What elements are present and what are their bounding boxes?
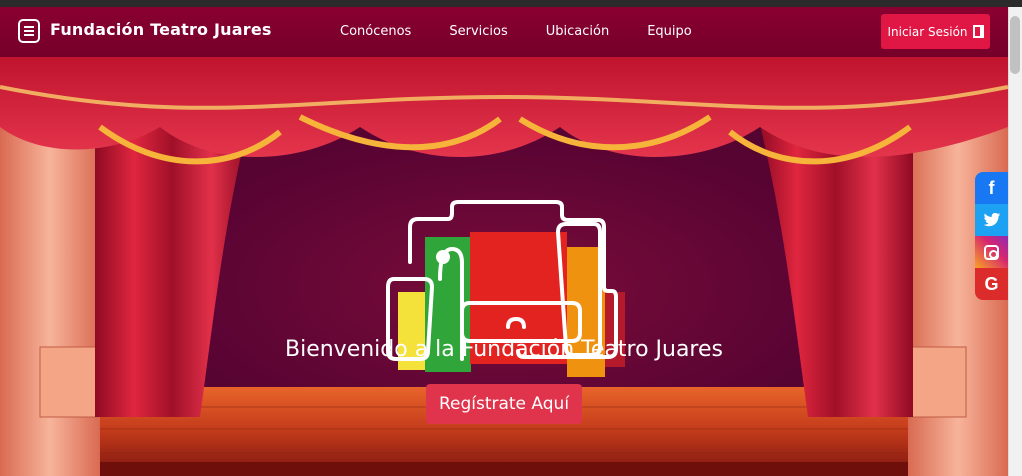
top-navbar: Fundación Teatro Juares Conócenos Servic… — [0, 7, 1008, 57]
nav-link-equipo[interactable]: Equipo — [647, 24, 692, 39]
google-icon[interactable]: G — [975, 268, 1008, 300]
twitter-icon[interactable] — [975, 204, 1008, 236]
login-button[interactable]: Iniciar Sesión — [881, 14, 990, 49]
nav-link-ubicacion[interactable]: Ubicación — [546, 24, 609, 39]
instagram-icon[interactable] — [975, 236, 1008, 268]
nav-link-conocenos[interactable]: Conócenos — [340, 24, 411, 39]
hero-stage: Bienvenido a la Fundación Teatro Juares … — [0, 57, 1008, 476]
scrollbar-thumb[interactable] — [1010, 16, 1020, 74]
register-button[interactable]: Regístrate Aquí — [426, 384, 582, 424]
social-sidebar: f G — [975, 172, 1008, 300]
instagram-glyph — [984, 244, 999, 260]
door-icon — [972, 25, 984, 38]
browser-top-strip — [0, 0, 1022, 7]
page-scrollbar[interactable] — [1008, 7, 1022, 476]
hamburger-menu-icon[interactable] — [18, 19, 40, 43]
twitter-bird-glyph — [983, 212, 1000, 227]
brand-title[interactable]: Fundación Teatro Juares — [50, 20, 272, 39]
login-button-label: Iniciar Sesión — [887, 24, 968, 39]
nav-links: Conócenos Servicios Ubicación Equipo — [340, 24, 730, 39]
welcome-heading: Bienvenido a la Fundación Teatro Juares — [285, 337, 723, 362]
nav-link-servicios[interactable]: Servicios — [449, 24, 507, 39]
facebook-icon[interactable]: f — [975, 172, 1008, 204]
